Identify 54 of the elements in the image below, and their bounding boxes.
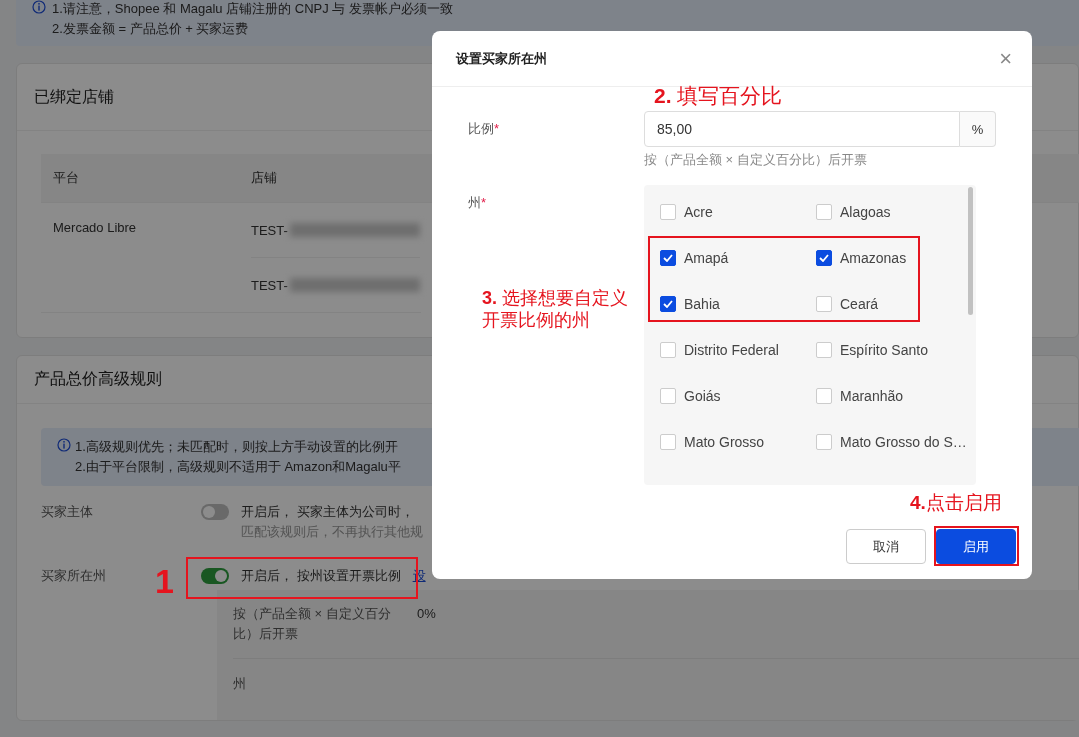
checkbox-label[interactable]: Amapá [684, 250, 729, 266]
field-hint: 按（产品全额 × 自定义百分比）后开票 [644, 151, 868, 169]
checkbox-label[interactable]: Espírito Santo [840, 342, 928, 358]
table-cell: TEST- [251, 222, 288, 238]
checkbox[interactable] [660, 296, 676, 312]
checkbox-label[interactable]: Goiás [684, 388, 721, 404]
enable-button[interactable]: 启用 [936, 529, 1016, 564]
notice-text: 2.发票金额 = 产品总价 + 买家运费 [52, 20, 250, 38]
annotation-text: 4.点击启用 [910, 491, 1002, 515]
cancel-button[interactable]: 取消 [846, 529, 926, 564]
checkbox-label[interactable]: Distrito Federal [684, 342, 779, 358]
checkbox[interactable] [660, 250, 676, 266]
checkbox-label[interactable]: Alagoas [840, 204, 891, 220]
rule-label: 买家主体 [41, 504, 93, 519]
required-mark: * [494, 120, 500, 138]
checkmark-icon [663, 300, 673, 308]
info-icon [32, 0, 46, 14]
checkbox-label[interactable]: Mato Grosso [684, 434, 765, 450]
table-cell: TEST- [251, 277, 288, 293]
annotation-text: 2. 填写百分比 [654, 84, 783, 108]
checkbox-label[interactable]: Bahia [684, 296, 720, 312]
notice-text: 2.由于平台限制，高级规则不适用于 Amazon和Magalu平 [75, 458, 401, 476]
checkmark-icon [819, 254, 829, 262]
rule-label: 买家所在州 [41, 568, 106, 583]
percent-value: 0% [417, 605, 436, 623]
rule-description: 开启后， 按州设置开票比例 [241, 568, 401, 583]
field-label: 比例 [468, 120, 494, 138]
notice-text: 1.请注意，Shopee 和 Magalu 店铺注册的 CNPJ 与 发票帐户必须一致 [52, 0, 453, 18]
annotation-text: 1 [155, 563, 174, 599]
checkbox-label[interactable]: Ceará [840, 296, 879, 312]
percent-input[interactable]: 85,00 [644, 111, 960, 147]
checkbox-label[interactable]: Amazonas [840, 250, 907, 266]
annotation-text: 3. 选择想要自定义开票比例的州 [482, 287, 630, 331]
toggle-switch[interactable] [201, 568, 229, 584]
column-header: 店铺 [251, 169, 277, 187]
formula-label: 按（产品全额 × 自定义百分比）后开票 [233, 605, 392, 643]
checkbox-label[interactable]: Acre [684, 204, 713, 220]
field-label: 州 [468, 194, 481, 212]
dialog-title: 设置买家所在州 [456, 49, 547, 68]
table-cell-text: Mercado Libre [52, 219, 138, 237]
column-header: 平台 [52, 169, 80, 187]
info-icon [57, 438, 71, 452]
toggle-switch[interactable] [201, 504, 229, 520]
close-icon[interactable]: × [999, 47, 1012, 70]
rule-description: 开启后， 买家主体为公司时， [241, 504, 414, 519]
checkbox-label[interactable]: Maranhão [840, 388, 904, 404]
checkbox[interactable] [816, 250, 832, 266]
scrollbar[interactable] [968, 187, 973, 315]
checkmark-icon [663, 254, 673, 262]
required-mark: * [481, 194, 487, 212]
checkbox-label[interactable]: Mato Grosso do S… [840, 434, 967, 450]
notice-text: 1.高级规则优先；未匹配时，则按上方手动设置的比例开 [75, 438, 399, 456]
state-label: 州 [233, 675, 247, 693]
unit-suffix: % [960, 111, 996, 147]
